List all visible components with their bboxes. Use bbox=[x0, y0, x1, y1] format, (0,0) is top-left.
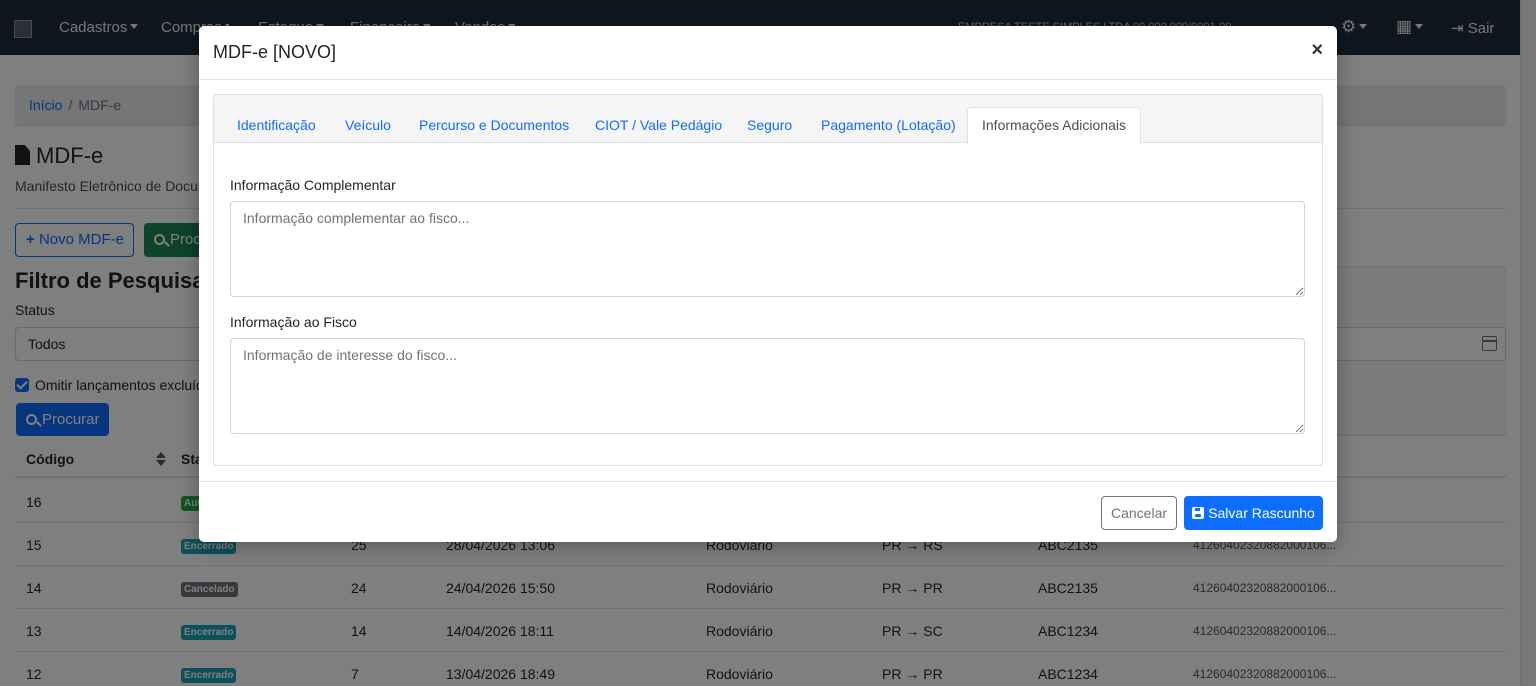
tab-pagamento-lotacao[interactable]: Pagamento (Lotação) bbox=[807, 107, 970, 143]
tab-identificacao[interactable]: Identificação bbox=[223, 107, 330, 143]
modal-header: MDF-e [NOVO] × bbox=[199, 26, 1337, 80]
info-complementar-label: Informação Complementar bbox=[230, 177, 396, 193]
cancel-button[interactable]: Cancelar bbox=[1101, 496, 1177, 530]
tab-percurso-documentos[interactable]: Percurso e Documentos bbox=[405, 107, 583, 143]
tab-veiculo[interactable]: Veículo bbox=[331, 107, 405, 143]
save-draft-label: Salvar Rascunho bbox=[1208, 505, 1315, 521]
modal-title: MDF-e [NOVO] bbox=[213, 42, 337, 62]
tab-informacoes-adicionais[interactable]: Informações Adicionais bbox=[967, 107, 1141, 144]
tab-ciot-vale-pedagio[interactable]: CIOT / Vale Pedágio bbox=[581, 107, 736, 143]
tab-seguro[interactable]: Seguro bbox=[733, 107, 806, 143]
modal-footer: Cancelar Salvar Rascunho bbox=[199, 481, 1337, 542]
close-icon[interactable]: × bbox=[1311, 40, 1323, 60]
tab-bar: Identificação Veículo Percurso e Documen… bbox=[214, 95, 1322, 144]
save-draft-button[interactable]: Salvar Rascunho bbox=[1184, 496, 1323, 530]
info-fisco-label: Informação ao Fisco bbox=[230, 314, 357, 330]
info-complementar-textarea[interactable] bbox=[230, 201, 1305, 297]
mdfe-modal: MDF-e [NOVO] × Identificação Veículo Per… bbox=[199, 26, 1337, 542]
info-fisco-textarea[interactable] bbox=[230, 338, 1305, 434]
save-icon bbox=[1192, 507, 1205, 519]
